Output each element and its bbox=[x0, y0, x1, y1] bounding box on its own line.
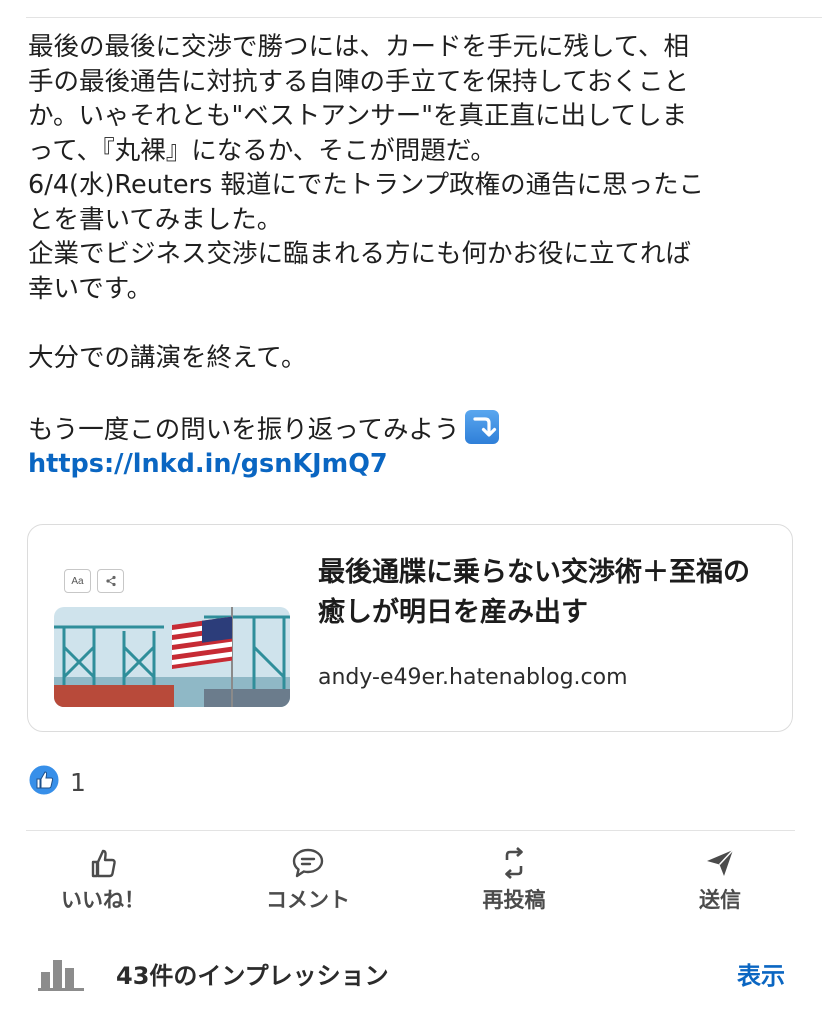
impressions-count: 43件のインプレッション bbox=[116, 962, 389, 990]
like-button[interactable]: いいね！ bbox=[38, 846, 168, 914]
show-analytics-link[interactable]: 表示 bbox=[737, 956, 785, 991]
actions-divider bbox=[26, 830, 795, 831]
post-line: 6/4(水)Reuters 報道にでたトランプ政権の通告に思ったこ bbox=[28, 170, 705, 200]
link-preview-card[interactable]: Aa 最後通牒に乗らない交渉術＋至福の癒しが明日を産み出す andy-e49er… bbox=[27, 524, 793, 732]
reactions-summary[interactable]: 1 bbox=[28, 764, 86, 800]
font-size-button: Aa bbox=[64, 569, 91, 593]
post-text: 最後の最後に交渉で勝つには、カードを手元に残して、相 手の最後通告に対抗する自陣… bbox=[28, 30, 798, 482]
post-line: か。いゃそれとも"ベストアンサー"を真正直に出してしま bbox=[28, 101, 688, 131]
post-line: 手の最後通告に対抗する自陣の手立てを保持しておくこと bbox=[28, 66, 689, 97]
repost-button[interactable]: 再投稿 bbox=[449, 846, 579, 914]
top-divider bbox=[26, 17, 822, 18]
post-line: 企業でビジネス交渉に臨まれる方にも何かお役に立てれば bbox=[28, 239, 692, 269]
send-button[interactable]: 送信 bbox=[655, 846, 785, 914]
comment-button[interactable]: コメント bbox=[243, 846, 373, 914]
post-line: とを書いてみました。 bbox=[28, 204, 283, 235]
post-line: もう一度この問いを振り返ってみよう bbox=[28, 414, 460, 445]
like-reaction-icon bbox=[28, 764, 60, 800]
arrow-down-emoji-icon bbox=[465, 409, 500, 444]
card-title[interactable]: 最後通牒に乗らない交渉術＋至福の癒しが明日を産み出す bbox=[318, 553, 768, 633]
comment-label: コメント bbox=[266, 888, 350, 912]
share-icon bbox=[97, 569, 124, 593]
post-line: 幸いです。 bbox=[28, 273, 153, 304]
action-bar: いいね！ コメント 再投稿 送信 bbox=[0, 846, 822, 916]
post-line-with-emoji: もう一度この問いを振り返ってみよう bbox=[28, 409, 798, 448]
post-line: って、『丸裸』になるか、そこが問題だ。 bbox=[28, 135, 496, 166]
comment-icon bbox=[243, 846, 373, 880]
post-link[interactable]: https://lnkd.in/gsnKJmQ7 bbox=[28, 447, 798, 482]
post-line: 大分での講演を終えて。 bbox=[28, 342, 307, 373]
send-label: 送信 bbox=[699, 888, 741, 912]
reaction-count: 1 bbox=[70, 767, 86, 797]
send-icon bbox=[655, 846, 785, 880]
card-domain: andy-e49er.hatenablog.com bbox=[318, 665, 628, 690]
post-line: 最後の最後に交渉で勝つには、カードを手元に残して、相 bbox=[28, 32, 689, 62]
repost-label: 再投稿 bbox=[482, 888, 546, 912]
link-thumbnail[interactable]: Aa bbox=[54, 543, 290, 707]
repost-icon bbox=[449, 846, 579, 880]
thumbs-up-icon bbox=[38, 846, 168, 880]
analytics-bar-chart-icon bbox=[38, 954, 86, 996]
thumbnail-image bbox=[54, 607, 290, 707]
impressions-row: 43件のインプレッション 表示 bbox=[0, 946, 822, 1000]
like-label: いいね！ bbox=[61, 888, 145, 912]
